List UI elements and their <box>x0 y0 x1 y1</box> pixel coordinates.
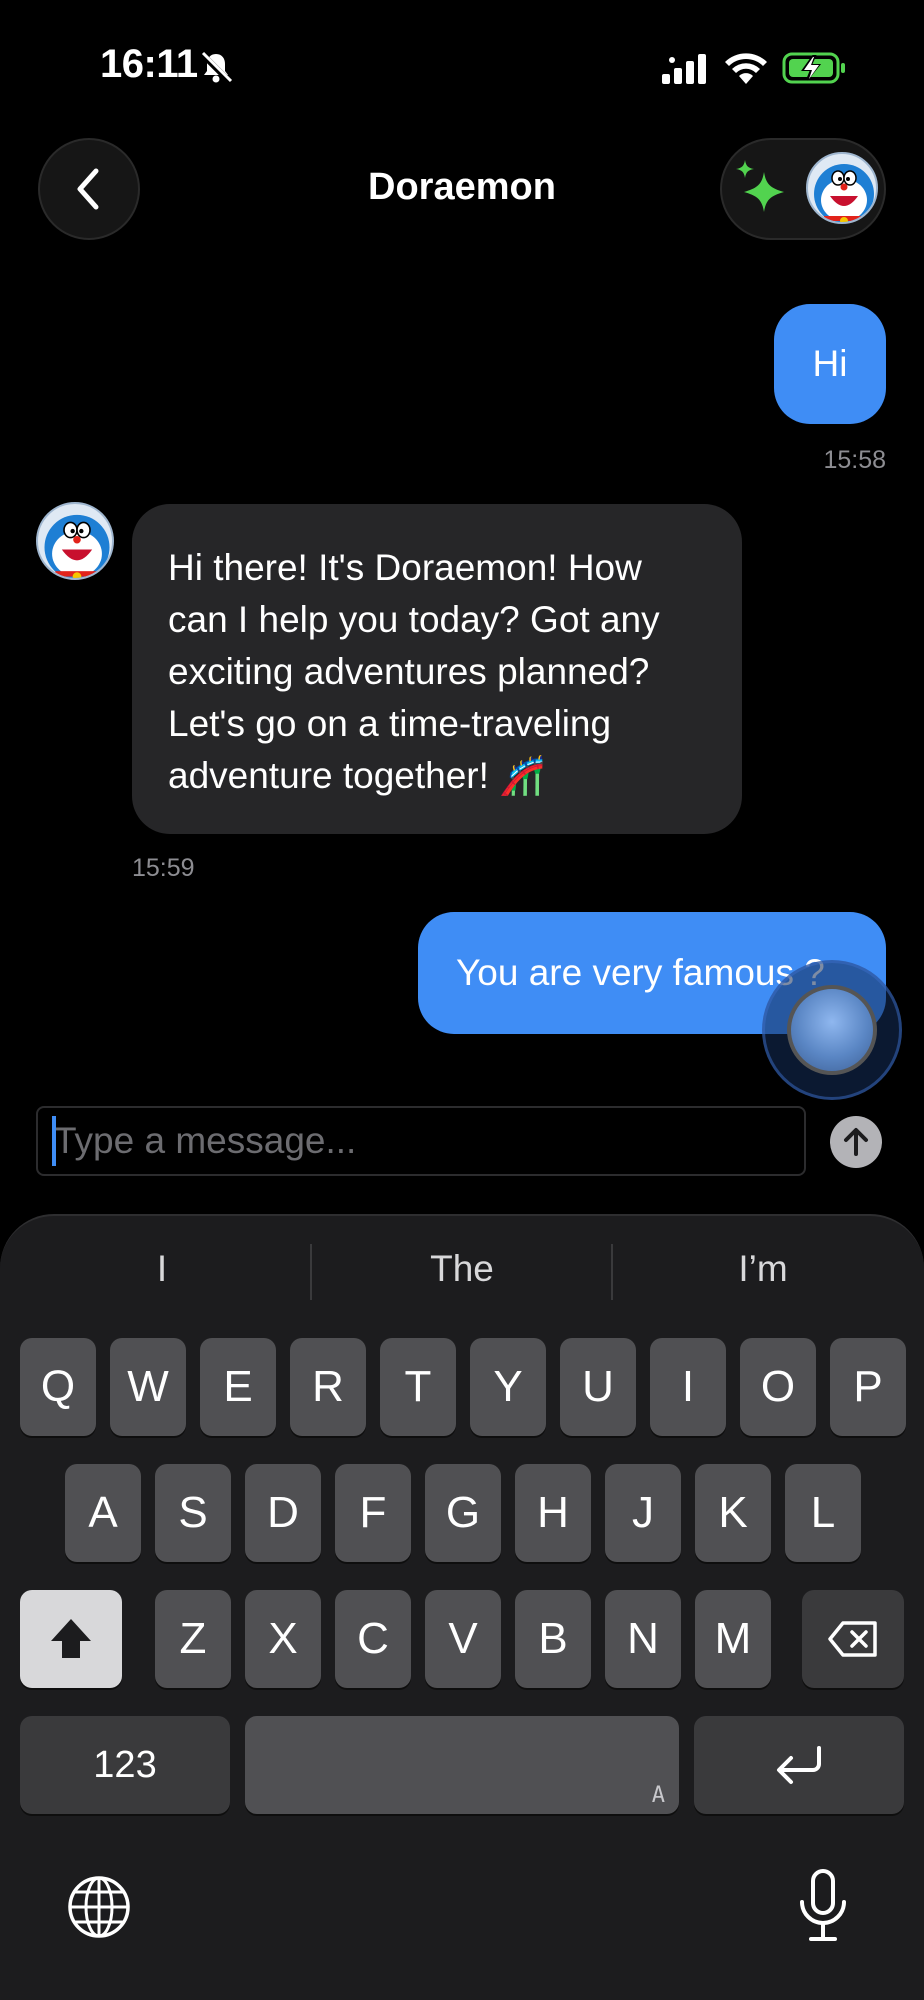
space-key-hint: A <box>651 1783 665 1808</box>
key-v[interactable]: V <box>425 1590 501 1688</box>
cellular-signal-icon <box>662 54 706 84</box>
message-line: Hi there! It's Doraemon! How <box>168 547 642 588</box>
key-t[interactable]: T <box>380 1338 456 1436</box>
globe-icon[interactable] <box>66 1874 132 1940</box>
shift-icon <box>51 1619 91 1658</box>
key-m[interactable]: M <box>695 1590 771 1688</box>
key-j[interactable]: J <box>605 1464 681 1562</box>
key-p[interactable]: P <box>830 1338 906 1436</box>
key-f[interactable]: F <box>335 1464 411 1562</box>
key-e[interactable]: E <box>200 1338 276 1436</box>
touch-indicator <box>787 985 877 1075</box>
message-input-box[interactable] <box>36 1106 806 1176</box>
key-s[interactable]: S <box>155 1464 231 1562</box>
message-timestamp: 15:58 <box>823 446 886 474</box>
key-c[interactable]: C <box>335 1590 411 1688</box>
suggestion-3[interactable]: I’m <box>613 1248 913 1290</box>
send-button[interactable] <box>830 1116 882 1168</box>
key-r[interactable]: R <box>290 1338 366 1436</box>
key-z[interactable]: Z <box>155 1590 231 1688</box>
key-o[interactable]: O <box>740 1338 816 1436</box>
key-g[interactable]: G <box>425 1464 501 1562</box>
shift-key[interactable] <box>20 1590 122 1688</box>
message-line: adventure together! 🎢 <box>168 755 546 796</box>
battery-charging-icon <box>782 52 845 84</box>
message-line: exciting adventures planned? <box>168 651 650 692</box>
bot-message-bubble[interactable]: Hi there! It's Doraemon! How can I help … <box>132 504 742 834</box>
return-icon <box>777 1746 821 1784</box>
microphone-icon[interactable] <box>796 1868 850 1944</box>
key-b[interactable]: B <box>515 1590 591 1688</box>
wifi-icon <box>725 53 767 84</box>
space-key[interactable]: A <box>245 1716 679 1814</box>
suggestion-2[interactable]: The <box>312 1248 612 1290</box>
key-u[interactable]: U <box>560 1338 636 1436</box>
delete-key[interactable] <box>802 1590 904 1688</box>
key-w[interactable]: W <box>110 1338 186 1436</box>
key-i[interactable]: I <box>650 1338 726 1436</box>
suggestion-1[interactable]: I <box>12 1248 312 1290</box>
status-time: 16:11 <box>100 42 198 86</box>
arrow-up-icon <box>844 1128 868 1156</box>
message-timestamp: 15:59 <box>132 854 195 882</box>
key-h[interactable]: H <box>515 1464 591 1562</box>
message-line: Let's go on a time-traveling <box>168 703 612 744</box>
key-n[interactable]: N <box>605 1590 681 1688</box>
key-k[interactable]: K <box>695 1464 771 1562</box>
message-line: can I help you today? Got any <box>168 599 660 640</box>
key-l[interactable]: L <box>785 1464 861 1562</box>
delete-icon <box>828 1621 877 1657</box>
return-key[interactable] <box>694 1716 904 1814</box>
numbers-key[interactable]: 123 <box>20 1716 230 1814</box>
key-d[interactable]: D <box>245 1464 321 1562</box>
user-message-bubble[interactable]: Hi <box>774 304 886 424</box>
text-cursor <box>52 1116 56 1166</box>
bell-muted-icon <box>199 51 233 85</box>
ai-sparkle-icon[interactable] <box>732 158 790 220</box>
key-x[interactable]: X <box>245 1590 321 1688</box>
key-q[interactable]: Q <box>20 1338 96 1436</box>
key-a[interactable]: A <box>65 1464 141 1562</box>
key-y[interactable]: Y <box>470 1338 546 1436</box>
message-input[interactable] <box>38 1108 804 1174</box>
character-avatar[interactable] <box>806 152 878 224</box>
bot-avatar[interactable] <box>36 502 114 580</box>
